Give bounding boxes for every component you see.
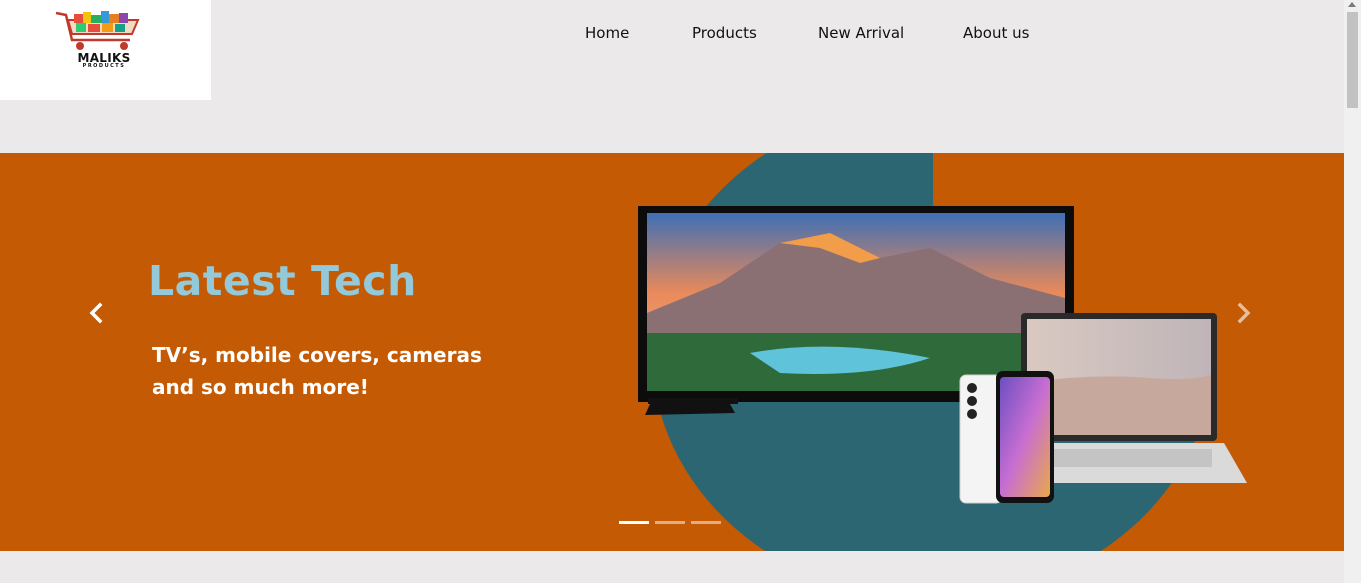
logo-tagline: PRODUCTS	[82, 63, 126, 69]
main-nav: Home Products New Arrival About us	[0, 24, 1344, 46]
nav-item-about-us[interactable]: About us	[963, 24, 1029, 42]
page-scrollbar[interactable]	[1344, 0, 1361, 583]
carousel-indicator-2[interactable]	[655, 521, 685, 524]
hero-carousel: Latest Tech TV’s, mobile covers, cameras…	[0, 153, 1344, 551]
nav-item-products[interactable]: Products	[692, 24, 757, 42]
nav-item-new-arrival[interactable]: New Arrival	[818, 24, 904, 42]
carousel-indicator-1[interactable]	[619, 521, 649, 524]
chevron-left-icon	[89, 302, 103, 324]
logo[interactable]: MALIKS PRODUCTS	[0, 0, 211, 100]
chevron-right-icon	[1237, 302, 1251, 324]
scrollbar-thumb[interactable]	[1347, 12, 1358, 108]
carousel-indicator-3[interactable]	[691, 521, 721, 524]
tech-products-image	[638, 206, 1247, 504]
carousel-prev-button[interactable]	[82, 298, 112, 328]
hero-subtitle: TV’s, mobile covers, cameras and so much…	[152, 343, 482, 399]
hero-title: Latest Tech	[148, 257, 417, 305]
carousel-next-button[interactable]	[1228, 298, 1258, 328]
scroll-up-icon[interactable]	[1348, 2, 1356, 7]
nav-item-home[interactable]: Home	[585, 24, 629, 42]
